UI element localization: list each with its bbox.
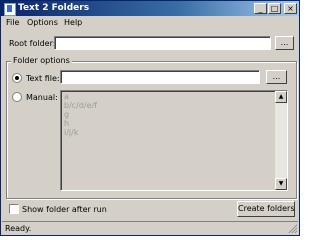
root-folder-input[interactable] [54,36,271,50]
root-folder-label: Root folder: [9,39,56,48]
resize-grip-icon[interactable] [287,223,297,233]
radio-selected-dot [15,76,19,80]
minimize-button[interactable]: _ [254,3,267,14]
manual-line: i/j/k [64,128,79,137]
manual-label: Manual: [26,93,58,102]
text-file-input[interactable] [60,70,260,84]
scroll-down-arrow-icon[interactable]: ▼ [275,178,287,190]
manual-scrollbar[interactable]: ▲ ▼ [275,91,287,190]
title-bar[interactable]: Text 2 Folders _ □ × [1,1,299,16]
menu-bar: File Options Help [1,16,299,30]
create-folders-button[interactable]: Create folders [237,201,295,217]
status-text: Ready. [5,224,32,233]
window-title: Text 2 Folders [18,3,90,13]
main-window: Text 2 Folders _ □ × File Options Help R… [0,0,300,236]
menu-options[interactable]: Options [27,18,58,27]
maximize-button[interactable]: □ [268,3,281,14]
manual-textarea[interactable]: a b/c/d/e/f g h i/j/k ▲ ▼ [60,90,288,191]
manual-lines: a b/c/d/e/f g h i/j/k [64,92,97,137]
folder-options-title: Folder options [11,56,72,65]
scroll-up-arrow-icon[interactable]: ▲ [275,91,287,103]
app-icon [4,3,16,16]
manual-line: g [64,110,70,119]
manual-line: h [64,119,70,128]
text-file-browse-button[interactable]: ... [266,70,287,84]
show-folder-checkbox[interactable] [9,204,19,214]
manual-line: a [64,92,69,101]
root-folder-browse-button[interactable]: ... [275,36,294,50]
menu-file[interactable]: File [6,18,19,27]
text-file-radio[interactable] [12,73,22,83]
close-button[interactable]: × [284,3,297,14]
manual-radio[interactable] [12,92,22,102]
status-bar: Ready. [2,221,298,234]
menu-help[interactable]: Help [64,18,82,27]
text-file-label: Text file: [26,74,60,83]
manual-line: b/c/d/e/f [64,101,98,110]
show-folder-label: Show folder after run [22,205,107,214]
